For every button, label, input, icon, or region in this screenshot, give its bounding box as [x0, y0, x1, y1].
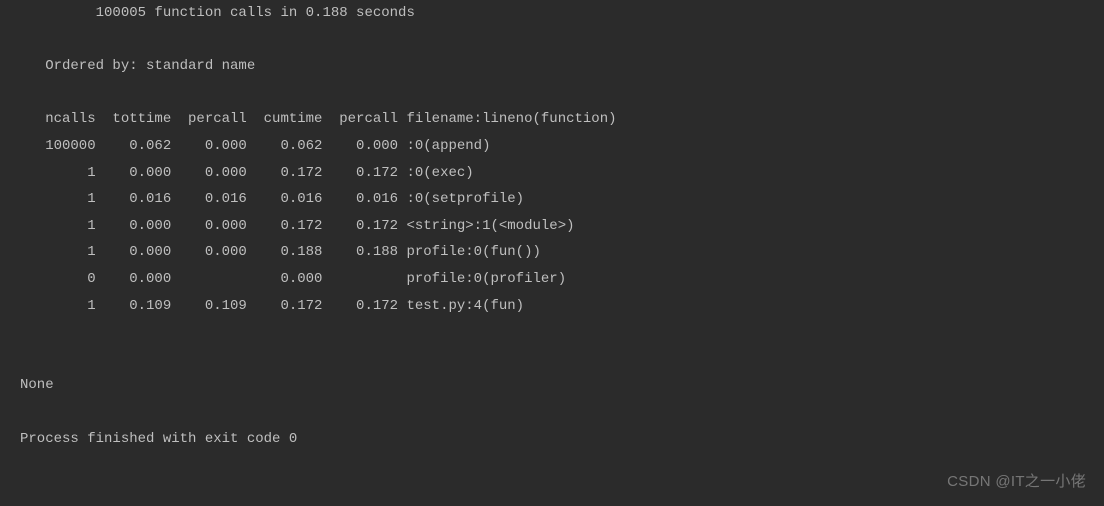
console-output: 100005 function calls in 0.188 seconds O…: [0, 0, 1104, 452]
ordered-by-line: Ordered by: standard name: [20, 58, 255, 74]
profile-row: 1 0.000 0.000 0.172 0.172 :0(exec): [20, 165, 474, 181]
none-output: None: [20, 377, 54, 393]
profile-row: 1 0.016 0.016 0.016 0.016 :0(setprofile): [20, 191, 524, 207]
process-finished-line: Process finished with exit code 0: [20, 431, 297, 447]
profile-header: ncalls tottime percall cumtime percall f…: [20, 111, 617, 127]
watermark-text: CSDN @IT之一小佬: [947, 468, 1086, 497]
profile-row: 100000 0.062 0.000 0.062 0.000 :0(append…: [20, 138, 490, 154]
profile-row: 1 0.109 0.109 0.172 0.172 test.py:4(fun): [20, 298, 524, 314]
profile-row: 0 0.000 0.000 profile:0(profiler): [20, 271, 566, 287]
summary-line: 100005 function calls in 0.188 seconds: [20, 5, 415, 21]
profile-row: 1 0.000 0.000 0.172 0.172 <string>:1(<mo…: [20, 218, 575, 234]
profile-row: 1 0.000 0.000 0.188 0.188 profile:0(fun(…: [20, 244, 541, 260]
